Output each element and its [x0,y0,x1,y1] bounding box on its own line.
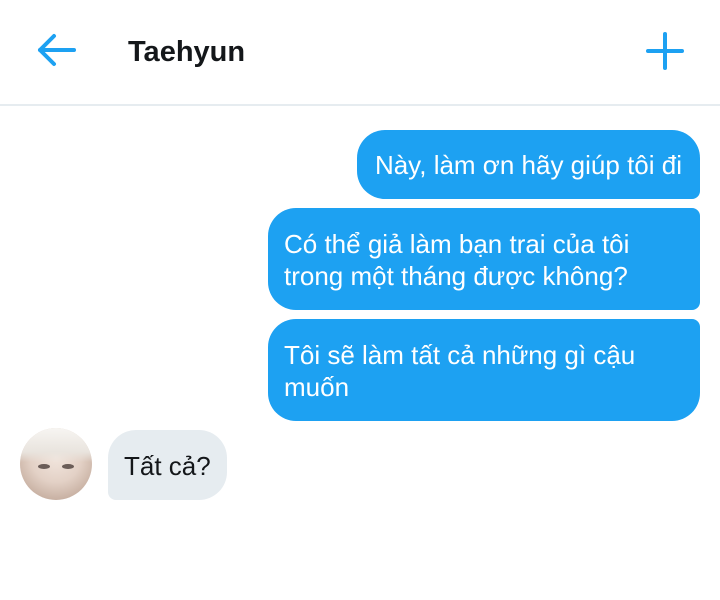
sent-message-bubble[interactable]: Tôi sẽ làm tất cả những gì cậu muốn [268,319,700,421]
avatar-eye [62,464,74,469]
add-button[interactable] [640,26,690,76]
avatar-eye [38,464,50,469]
conversation-title: Taehyun [128,36,246,68]
conversation-header: Taehyun [0,0,720,106]
sent-message-bubble[interactable]: Có thể giả làm bạn trai của tôi trong mộ… [268,208,700,310]
avatar[interactable] [20,428,92,500]
plus-icon [646,32,684,70]
dm-conversation-screen: Taehyun Này, làm ơn hãy giúp tôi đi Có t… [0,0,720,600]
back-button[interactable] [30,28,80,74]
sent-message-bubble[interactable]: Này, làm ơn hãy giúp tôi đi [356,130,700,199]
arrow-left-icon [38,34,76,66]
avatar-hair [20,428,92,462]
received-message-bubble[interactable]: Tất cả? [108,430,227,500]
